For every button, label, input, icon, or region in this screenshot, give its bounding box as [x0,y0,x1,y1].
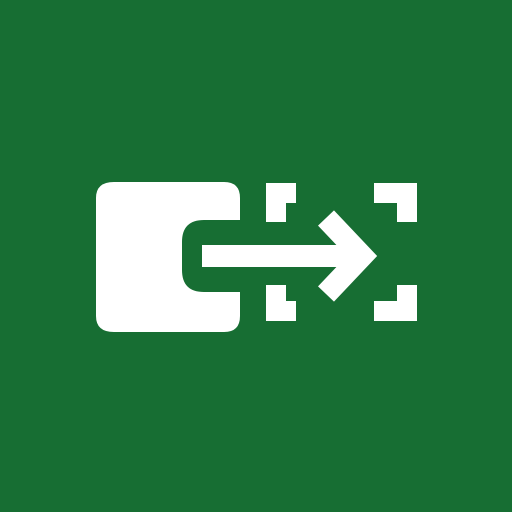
move-to-selection-icon [0,0,512,512]
arrow-shaft [202,245,356,267]
app-icon-tile [0,0,512,512]
